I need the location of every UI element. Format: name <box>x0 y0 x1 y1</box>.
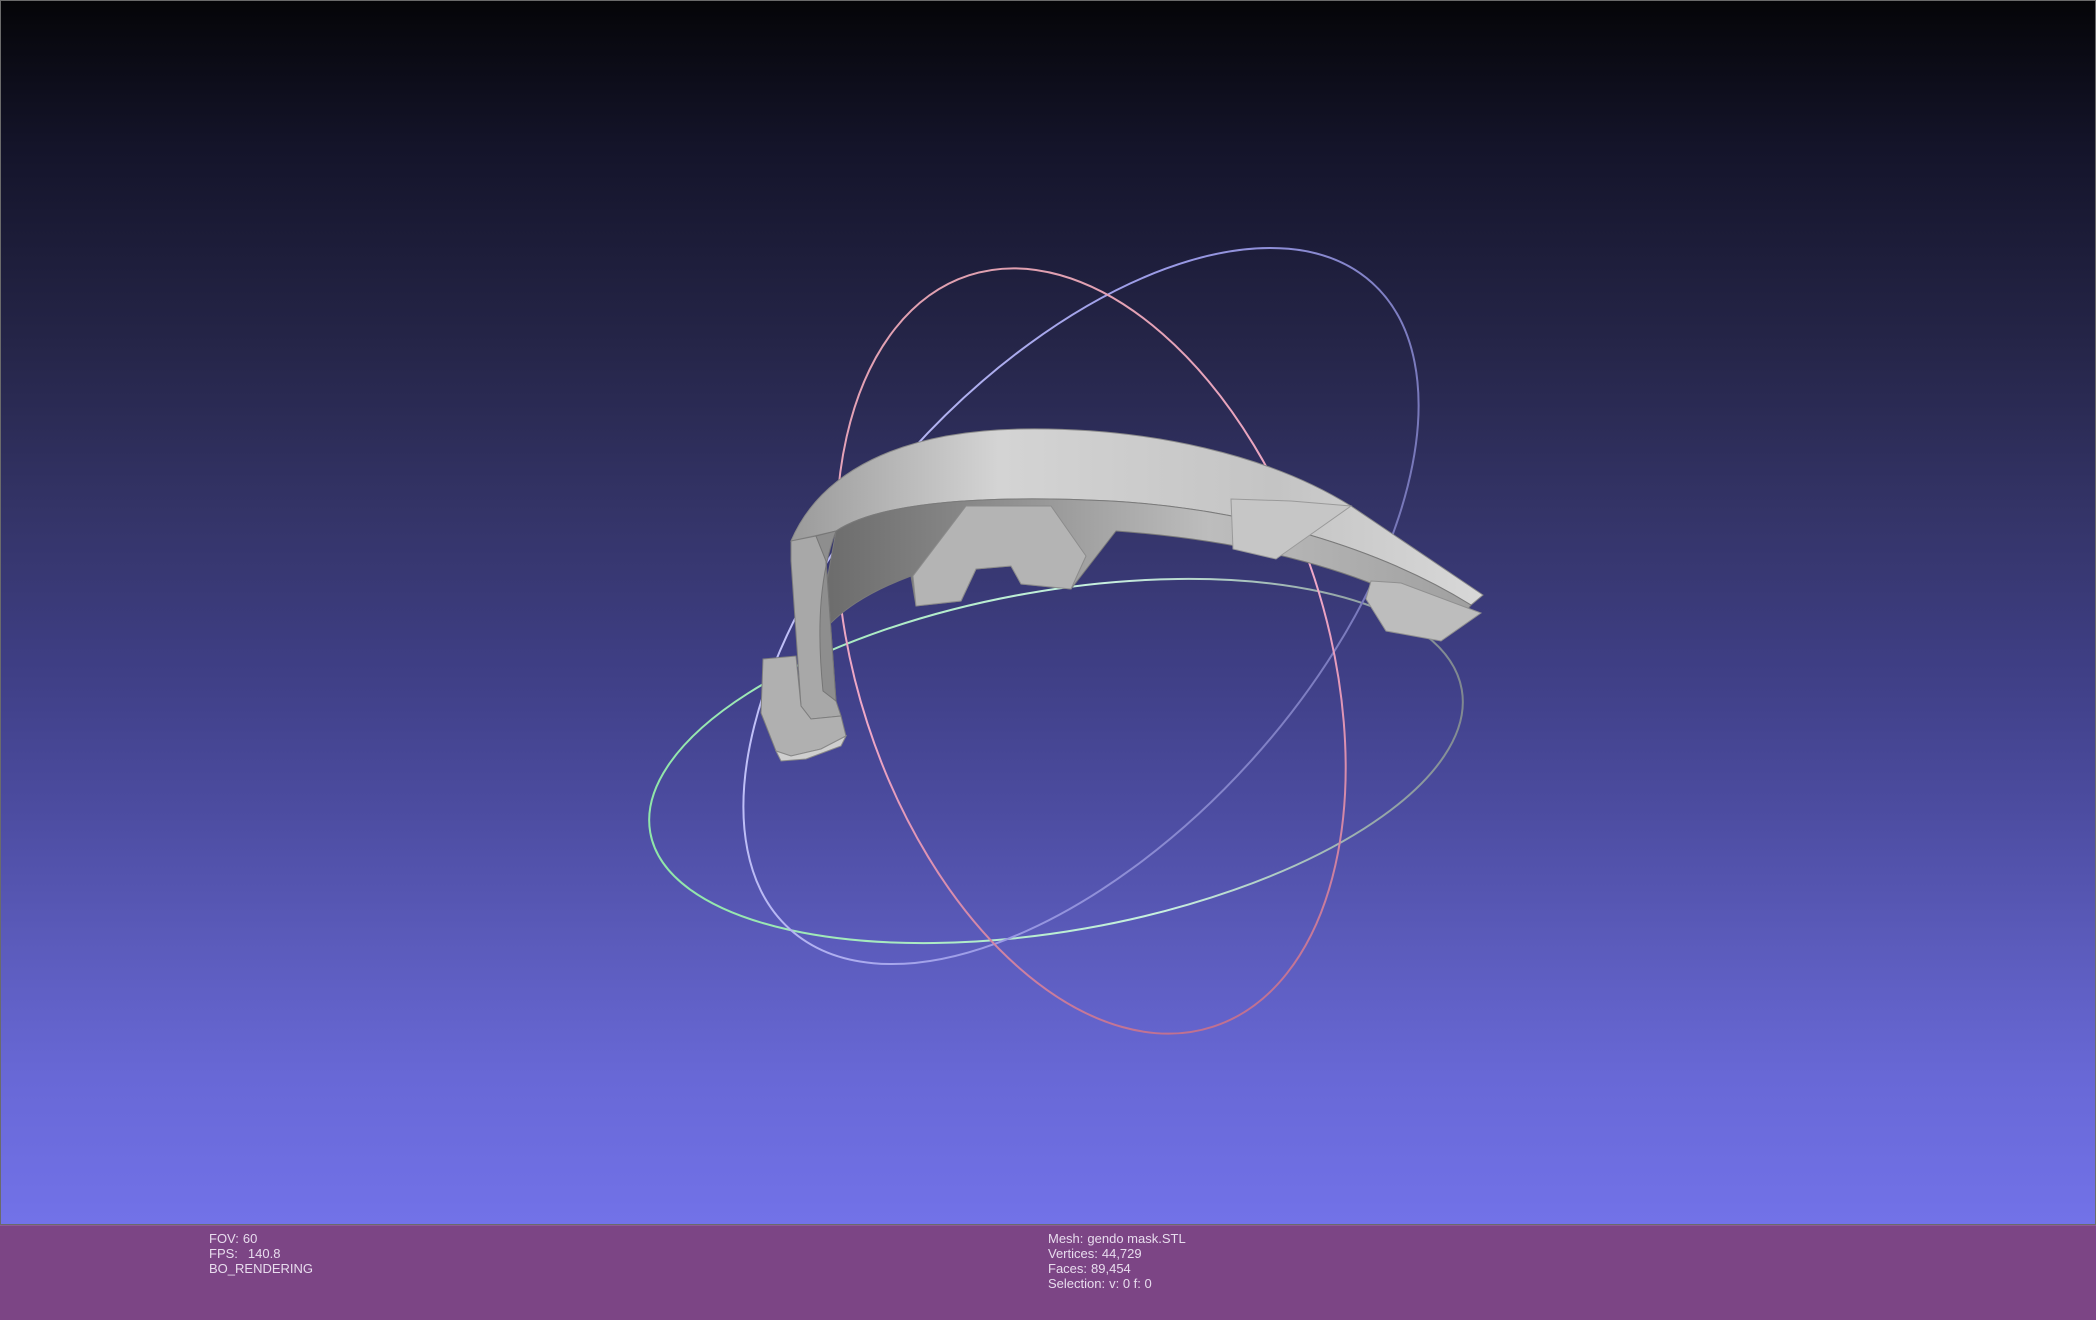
status-info-bar: FOV: 60 FPS: 140.8 BO_RENDERING Mesh: ge… <box>0 1225 2096 1320</box>
vertices-value: 44,729 <box>1101 1246 1142 1261</box>
render-mode-value: BO_RENDERING <box>209 1261 314 1276</box>
fps-value: 140.8 <box>247 1246 281 1261</box>
3d-viewport[interactable] <box>0 0 2096 1225</box>
faces-label: Faces: <box>1048 1261 1088 1276</box>
trackball-ring-z <box>835 267 1347 1035</box>
faces-value: 89,454 <box>1091 1261 1131 1276</box>
vertices-readout: Vertices: 44,729 <box>1048 1246 1186 1261</box>
selection-readout: Selection: v: 0 f: 0 <box>1048 1276 1186 1291</box>
faces-readout: Faces: 89,454 <box>1048 1261 1186 1276</box>
selection-label: Selection: <box>1048 1276 1106 1291</box>
scene-canvas[interactable] <box>1 1 2096 1226</box>
trackball-ring-y <box>648 577 1464 945</box>
fps-readout: FPS: 140.8 <box>209 1246 313 1261</box>
fps-label: FPS: <box>209 1246 238 1261</box>
mesh-label: Mesh: <box>1048 1231 1084 1246</box>
view-info-panel: FOV: 60 FPS: 140.8 BO_RENDERING <box>209 1231 313 1276</box>
vertices-label: Vertices: <box>1048 1246 1098 1261</box>
selection-value: v: 0 f: 0 <box>1109 1276 1152 1291</box>
fov-label: FOV: <box>209 1231 239 1246</box>
mesh-info-panel: Mesh: gendo mask.STL Vertices: 44,729 Fa… <box>1048 1231 1186 1291</box>
render-mode-readout: BO_RENDERING <box>209 1261 313 1276</box>
mesh-model[interactable] <box>760 428 1484 762</box>
mesh-name-readout: Mesh: gendo mask.STL <box>1048 1231 1186 1246</box>
fov-readout: FOV: 60 <box>209 1231 313 1246</box>
mesh-name-value: gendo mask.STL <box>1087 1231 1186 1246</box>
fov-value: 60 <box>242 1231 258 1246</box>
